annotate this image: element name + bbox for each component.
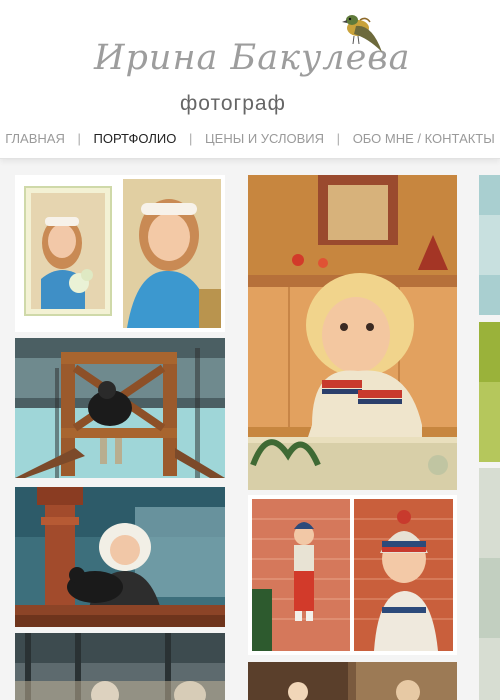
photo-child-knit-hat[interactable] [248, 495, 457, 655]
photo-child-dog[interactable] [15, 487, 225, 627]
photo-child-sweater[interactable] [248, 175, 457, 490]
photo-bottom-left[interactable] [15, 633, 225, 700]
photo-child-knit-hat-image [252, 499, 453, 651]
photo-right-edge-2-image [479, 322, 500, 462]
photo-bottom-left-image [15, 633, 225, 700]
main-nav: ГЛАВНАЯ | ПОРТФОЛИО | ЦЕНЫ И УСЛОВИЯ | О… [0, 131, 500, 151]
nav-item-about-contacts[interactable]: ОБО МНЕ / КОНТАКТЫ [353, 131, 495, 146]
photo-child-sweater-image [248, 175, 457, 490]
photo-girl-headband[interactable] [15, 175, 225, 332]
photo-right-edge-3-image [479, 468, 500, 700]
nav-item-portfolio[interactable]: ПОРТФОЛИО [94, 131, 177, 146]
site-header: Ирина Бакулева фотограф ГЛАВНАЯ | ПОРТФО… [0, 0, 500, 159]
photo-swing-snow-image [15, 338, 225, 478]
logo-subtitle: фотограф [180, 92, 286, 115]
photo-bottom-right[interactable] [248, 662, 457, 700]
bird-icon [342, 15, 382, 52]
photo-right-edge-3[interactable] [479, 468, 500, 700]
nav-separator: | [77, 131, 81, 146]
photo-right-edge-1[interactable] [479, 175, 500, 315]
photo-child-dog-image [15, 487, 225, 627]
photo-swing-snow[interactable] [15, 338, 225, 478]
photo-bottom-right-image [248, 662, 457, 700]
photo-right-edge-2[interactable] [479, 322, 500, 462]
nav-separator: | [336, 131, 341, 146]
photo-right-edge-1-image [479, 175, 500, 315]
nav-item-home[interactable]: ГЛАВНАЯ [5, 131, 65, 146]
nav-item-prices[interactable]: ЦЕНЫ И УСЛОВИЯ [205, 131, 324, 146]
nav-separator: | [189, 131, 193, 146]
photo-girl-headband-image [19, 179, 221, 328]
